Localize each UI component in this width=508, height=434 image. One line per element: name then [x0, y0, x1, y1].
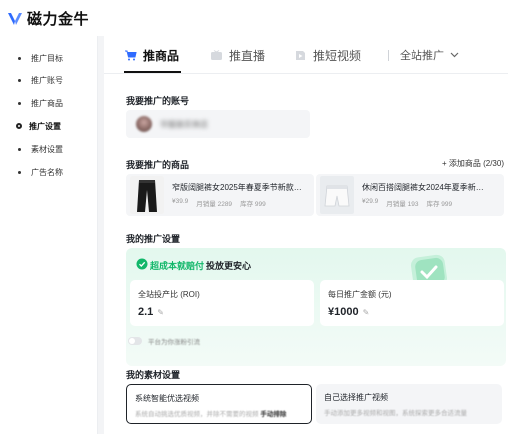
app-title: 磁力金牛 [27, 11, 90, 28]
budget-value-row: ¥1000 ✎ [328, 306, 369, 318]
promo-settings-panel: 超成本就赔付 投放更安心 全站投产比 (ROI) 2.1 ✎ 每日推广金额 (元… [126, 248, 506, 366]
material-option-smart[interactable]: 系统智能优选视频 系统自动挑选优质视频，并除不需要的视频 手动排除 [126, 384, 312, 424]
product-price: ¥29.9 [362, 198, 379, 205]
product-title: 休闲百搭阔腿裤女2024年夏季新… [362, 183, 484, 192]
material-option-title: 自己选择推广视频 [324, 393, 388, 402]
cart-icon [125, 50, 137, 60]
magnet-logo-icon [8, 12, 22, 25]
account-name: 华服装实体店 [160, 119, 208, 129]
product-card[interactable]: 窄版阔腿裤女2025年春夏季节新款… ¥39.9 月销量 2289 库存 999 [126, 174, 314, 216]
product-meta: ¥29.9 月销量 193 库存 999 [362, 198, 452, 208]
play-icon [296, 50, 305, 60]
tab-label: 推短视频 [313, 48, 362, 63]
product-image [320, 176, 354, 214]
sidebar-item-material[interactable]: 素材设置 [0, 138, 98, 160]
tab-label: 推商品 [143, 48, 180, 63]
product-price: ¥39.9 [172, 198, 189, 205]
product-card[interactable]: 休闲百搭阔腿裤女2024年夏季新… ¥29.9 月销量 193 库存 999 [316, 174, 504, 216]
manual-exclude-link[interactable]: 手动排除 [260, 411, 286, 418]
roi-label: 全站投产比 (ROI) [138, 290, 200, 299]
promo-section-title: 我的推广设置 [126, 234, 181, 244]
sidebar-item-settings[interactable]: 推广设置 [0, 115, 98, 137]
sidebar: 推广目标 推广账号 推广商品 推广设置 素材设置 广告名称 [0, 36, 98, 434]
sidebar-item-products[interactable]: 推广商品 [0, 92, 98, 114]
budget-label: 每日推广金额 (元) [328, 290, 392, 299]
main-panel: 推商品 推直播 推短视频 全站推广 我要推广的账号 华服装实体店 我要推广的商品… [104, 36, 508, 434]
material-option-manual[interactable]: 自己选择推广视频 手动添加更多视频和视图，系统探索更多合适流量 [316, 384, 502, 424]
roi-field[interactable]: 全站投产比 (ROI) 2.1 ✎ [130, 280, 314, 326]
white-shorts-image [320, 176, 354, 214]
sidebar-item-label: 推广商品 [31, 98, 63, 108]
promo-banner-text: 投放更安心 [206, 261, 252, 271]
add-product-button[interactable]: + 添加商品 (2/30) [442, 158, 504, 169]
roi-value-row: 2.1 ✎ [138, 306, 164, 318]
sidebar-item-account[interactable]: 推广账号 [0, 69, 98, 91]
bullet-icon [18, 78, 21, 82]
material-option-desc: 系统自动挑选优质视频，并除不需要的视频 手动排除 [135, 408, 286, 418]
tab-label: 推直播 [229, 48, 266, 63]
tab-live[interactable]: 推直播 [210, 47, 265, 63]
black-pants-image [130, 176, 164, 214]
tab-products[interactable]: 推商品 [124, 47, 179, 63]
product-stock: 库存 999 [240, 201, 266, 208]
sidebar-item-label: 推广设置 [29, 121, 61, 131]
sidebar-item-ad-name[interactable]: 广告名称 [0, 161, 98, 183]
product-sales: 月销量 193 [386, 201, 419, 208]
active-bullet-icon [16, 123, 22, 129]
scope-dropdown[interactable]: 全站推广 [400, 47, 459, 63]
promo-type-tabs: 推商品 推直播 推短视频 全站推广 [104, 36, 508, 74]
edit-icon[interactable]: ✎ [157, 308, 164, 317]
roi-value: 2.1 [138, 306, 154, 318]
follower-toggle-row: 平台为你涨粉引流 [128, 336, 200, 346]
bullet-icon [18, 56, 21, 60]
daily-budget-field[interactable]: 每日推广金额 (元) ¥1000 ✎ [320, 280, 504, 326]
sidebar-item-label: 广告名称 [31, 167, 63, 177]
material-section-title: 我的素材设置 [126, 370, 181, 380]
bullet-icon [18, 101, 21, 105]
sidebar-item-goal[interactable]: 推广目标 [0, 47, 98, 69]
product-sales: 月销量 2289 [196, 201, 233, 208]
tab-divider [388, 50, 389, 61]
material-desc-text: 系统自动挑选优质视频，并除不需要的视频 [135, 411, 259, 418]
product-section-title: 我要推广的商品 [126, 160, 190, 170]
account-section-title: 我要推广的账号 [126, 96, 190, 106]
material-option-title: 系统智能优选视频 [135, 394, 199, 403]
app-logo[interactable]: 磁力金牛 [6, 8, 89, 29]
tv-icon [211, 49, 222, 60]
guarantee-badge-icon [136, 258, 148, 270]
material-option-desc: 手动添加更多视频和视图，系统探索更多合适流量 [324, 410, 467, 417]
top-bar: 磁力金牛 [0, 0, 508, 36]
tab-short-video[interactable]: 推短视频 [294, 47, 361, 63]
edit-icon[interactable]: ✎ [363, 308, 370, 317]
active-tab-indicator [124, 71, 181, 73]
follower-toggle[interactable] [128, 337, 142, 345]
budget-value: ¥1000 [328, 306, 359, 318]
bullet-icon [18, 170, 21, 174]
product-meta: ¥39.9 月销量 2289 库存 999 [172, 198, 266, 208]
avatar [136, 116, 152, 132]
promo-banner-highlight: 超成本就赔付 [150, 261, 205, 271]
sidebar-item-label: 素材设置 [31, 144, 63, 154]
product-image [130, 176, 164, 214]
sidebar-item-label: 推广账号 [31, 75, 63, 85]
account-selector[interactable]: 华服装实体店 [126, 110, 310, 138]
product-stock: 库存 999 [426, 201, 453, 208]
toggle-label: 平台为你涨粉引流 [148, 339, 200, 346]
scope-dropdown-label: 全站推广 [400, 50, 444, 62]
bullet-icon [18, 147, 21, 151]
chevron-down-icon [450, 52, 459, 58]
product-title: 窄版阔腿裤女2025年春夏季节新款… [172, 183, 302, 192]
sidebar-item-label: 推广目标 [31, 53, 63, 63]
